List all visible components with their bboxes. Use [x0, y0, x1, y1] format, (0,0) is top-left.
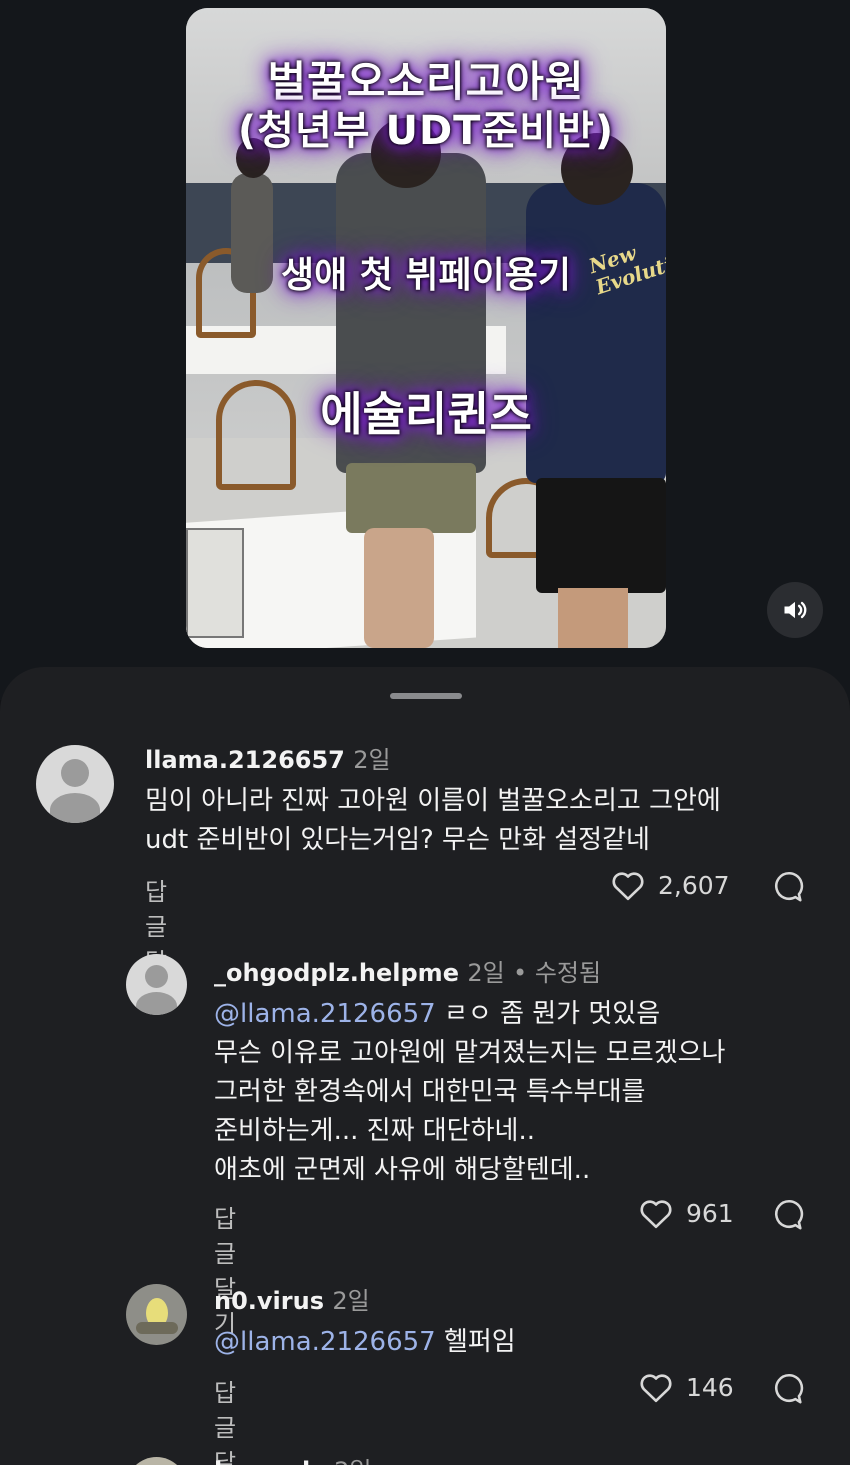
video-caption-subtitle: (청년부 UDT준비반)	[237, 108, 615, 154]
video-caption-line4: 에슐리퀸즈	[320, 387, 532, 441]
heart-icon	[640, 1200, 672, 1229]
share-button[interactable]	[772, 1197, 806, 1235]
comment-time: 2일	[334, 1457, 371, 1465]
comment-text-line: 무슨 이유로 고아원에 맡겨졌는지는 모르겠으나	[214, 1038, 726, 1068]
share-button[interactable]	[772, 1371, 806, 1409]
message-bubble-icon	[775, 1373, 804, 1404]
video-caption-line3: 생애 첫 뷔페이용기	[280, 255, 572, 296]
comment-text: @llama.2126657 ㄹㅇ 좀 뭔가 멋있음 무슨 이유로 고아원에 맡…	[214, 995, 725, 1190]
like-button[interactable]: 2,607	[610, 869, 730, 901]
like-button[interactable]: 146	[638, 1371, 734, 1403]
heart-icon	[640, 1374, 672, 1403]
comment-username[interactable]: llama.2126657	[145, 746, 345, 774]
comment-time: 2일	[332, 1287, 370, 1315]
comment-text-line: 헬퍼임	[443, 1327, 516, 1357]
comment-time: 2일	[353, 746, 391, 774]
comment-text: @llama.2126657 헬퍼임	[214, 1323, 516, 1362]
like-count: 2,607	[658, 870, 730, 900]
video-area: New Evolution 벌꿀오소리고아원 (청년부 UDT준비반) 생애 첫…	[0, 0, 850, 700]
speaker-icon	[784, 601, 807, 619]
like-button[interactable]: 961	[638, 1197, 734, 1229]
mention-link[interactable]: @llama.2126657	[214, 999, 436, 1029]
sound-toggle-button[interactable]	[767, 582, 823, 638]
heart-icon	[612, 872, 644, 901]
comment-username[interactable]: lonnu_lv	[214, 1457, 326, 1465]
reply-button[interactable]: 답글 달기	[214, 1199, 236, 1339]
share-button[interactable]	[772, 869, 806, 907]
message-bubble-icon	[775, 871, 804, 902]
comment-username[interactable]: _ohgodplz.helpme	[214, 959, 459, 987]
like-count: 146	[686, 1372, 734, 1402]
comment-text-line: ㄹㅇ 좀 뭔가 멋있음	[443, 999, 661, 1029]
comment-text: 밈이 아니라 진짜 고아원 이름이 벌꿀오소리고 그안에 udt 준비반이 있다…	[145, 782, 721, 860]
comment-text-line: 그러한 환경속에서 대한민국 특수부대를	[214, 1077, 646, 1107]
comment-text-line: udt 준비반이 있다는거임? 무슨 만화 설정같네	[145, 825, 650, 855]
like-count: 961	[686, 1198, 734, 1228]
avatar[interactable]	[36, 745, 114, 823]
comment-time: 2일	[467, 959, 505, 987]
message-bubble-icon	[775, 1199, 804, 1230]
edited-label: • 수정됨	[513, 959, 602, 987]
avatar-photo[interactable]	[126, 1284, 187, 1345]
video-player[interactable]: New Evolution 벌꿀오소리고아원 (청년부 UDT준비반) 생애 첫…	[186, 8, 666, 648]
avatar[interactable]	[126, 954, 187, 1015]
comment-text-line: 밈이 아니라 진짜 고아원 이름이 벌꿀오소리고 그안에	[145, 786, 721, 816]
comment-text-line: 애초에 군면제 사유에 해당할텐데..	[214, 1155, 591, 1185]
avatar-photo[interactable]	[126, 1457, 187, 1465]
comments-sheet: llama.2126657 2일 밈이 아니라 진짜 고아원 이름이 벌꿀오소리…	[0, 667, 850, 1465]
mention-link[interactable]: @llama.2126657	[214, 1327, 436, 1357]
comment-text-line: 준비하는게... 진짜 대단하네..	[214, 1116, 535, 1146]
sheet-drag-handle[interactable]	[390, 693, 462, 699]
comment-username[interactable]: n0.virus	[214, 1287, 324, 1315]
